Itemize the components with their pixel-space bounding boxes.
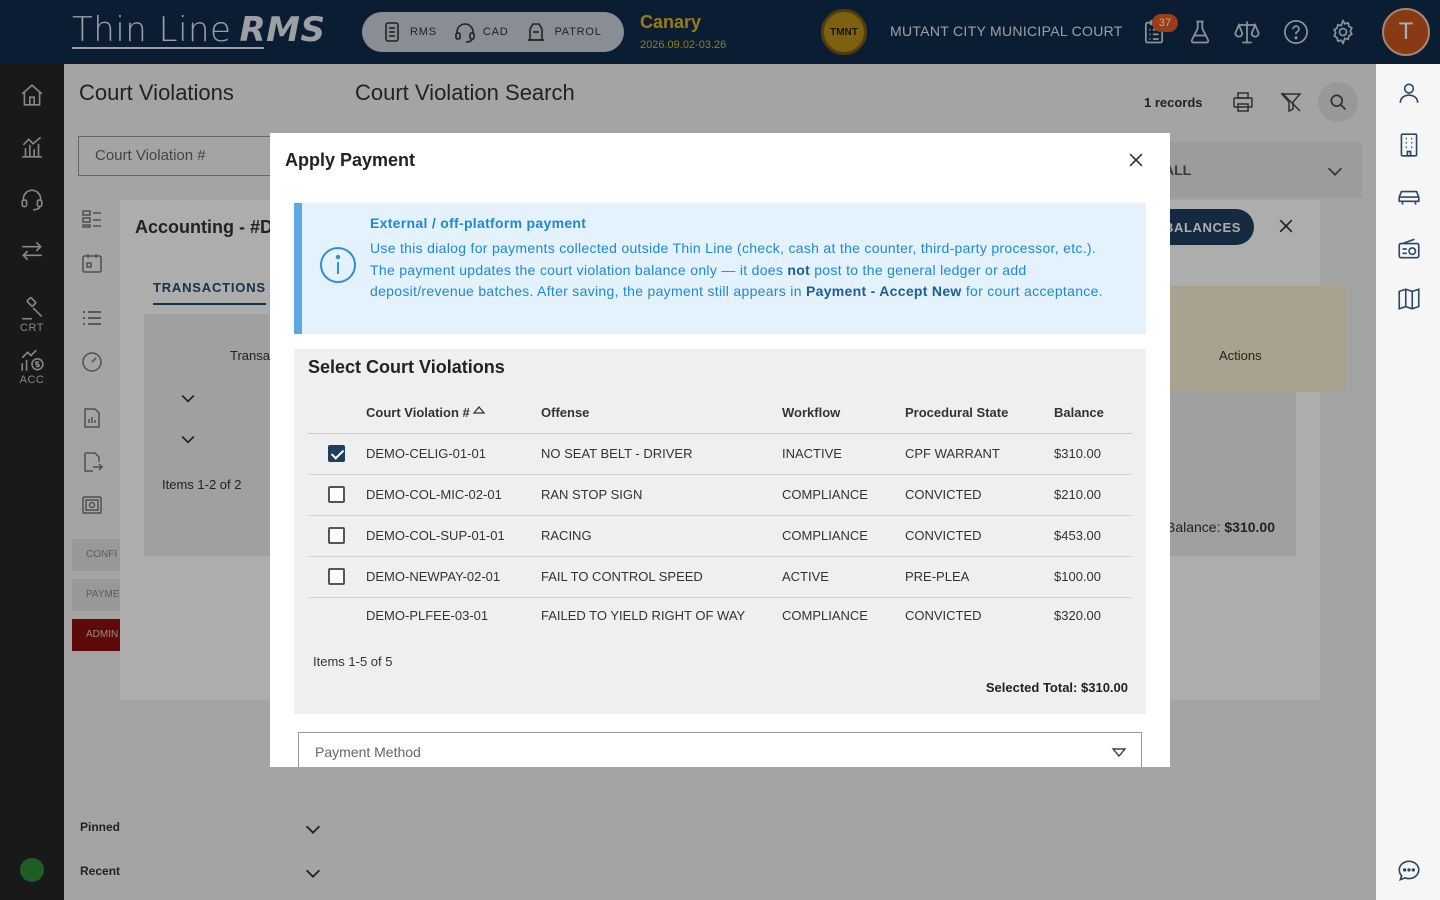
violation-offense: RACING xyxy=(541,515,782,557)
violation-balance: $453.00 xyxy=(1054,515,1132,557)
close-icon[interactable] xyxy=(1126,150,1146,170)
violation-balance: $210.00 xyxy=(1054,474,1132,516)
select-violations-title: Select Court Violations xyxy=(308,357,505,377)
violation-state: PRE-PLEA xyxy=(905,556,1054,598)
table-row[interactable]: DEMO-PLFEE-03-01 FAILED TO YIELD RIGHT O… xyxy=(308,597,1132,633)
violation-state: CONVICTED xyxy=(905,474,1054,516)
violation-number: DEMO-COL-SUP-01-01 xyxy=(366,515,541,557)
notice-not: not xyxy=(787,261,811,278)
apply-payment-dialog: Apply Payment External / off-platform pa… xyxy=(270,133,1170,767)
dialog-title: Apply Payment xyxy=(285,150,416,170)
violation-workflow: INACTIVE xyxy=(782,433,905,475)
select-violations-panel: Select Court Violations Court Violation … xyxy=(294,349,1146,714)
items-count: Items 1-5 of 5 xyxy=(313,654,393,669)
violation-state: CONVICTED xyxy=(905,515,1054,557)
violations-table: Court Violation # Offense Workflow Proce… xyxy=(308,390,1132,633)
violation-offense: FAILED TO YIELD RIGHT OF WAY xyxy=(541,607,746,623)
right-rail-backdrop xyxy=(1376,64,1440,900)
rail-backdrop xyxy=(0,64,64,900)
row-checkbox[interactable] xyxy=(328,527,345,545)
violation-number: DEMO-CELIG-01-01 xyxy=(366,433,541,475)
col-court-violation-number[interactable]: Court Violation # xyxy=(366,390,541,434)
row-checkbox[interactable] xyxy=(328,568,345,586)
col-workflow[interactable]: Workflow xyxy=(782,390,905,434)
violation-state: CONVICTED xyxy=(905,607,982,623)
violation-balance: $100.00 xyxy=(1054,556,1132,598)
col-offense[interactable]: Offense xyxy=(541,390,782,434)
col-court-violation-label: Court Violation # xyxy=(366,404,470,420)
notice-body: Use this dialog for payments collected o… xyxy=(370,238,1110,303)
selected-total-value: $310.00 xyxy=(1081,680,1128,695)
table-row[interactable]: DEMO-COL-SUP-01-01 RACING COMPLIANCE CON… xyxy=(308,515,1132,557)
table-row[interactable]: DEMO-NEWPAY-02-01 FAIL TO CONTROL SPEED … xyxy=(308,556,1132,598)
violation-number: DEMO-NEWPAY-02-01 xyxy=(366,556,541,598)
violation-workflow: COMPLIANCE xyxy=(782,515,905,557)
violation-state: CPF WARRANT xyxy=(905,433,1054,475)
select-column-header xyxy=(308,390,366,434)
payment-method-select[interactable]: Payment Method xyxy=(298,732,1142,767)
external-payment-notice: External / off-platform payment Use this… xyxy=(294,203,1146,334)
row-checkbox[interactable] xyxy=(328,486,345,504)
violation-workflow: COMPLIANCE xyxy=(782,474,905,516)
row-checkbox[interactable] xyxy=(328,445,345,463)
table-header-row: Court Violation # Offense Workflow Proce… xyxy=(308,390,1132,434)
payment-method-placeholder: Payment Method xyxy=(315,744,421,760)
violation-balance: $310.00 xyxy=(1054,433,1132,475)
selected-total: Selected Total: $310.00 xyxy=(986,680,1128,695)
selected-total-label: Selected Total: xyxy=(985,680,1078,695)
violation-number: DEMO-COL-MIC-02-01 xyxy=(366,474,541,516)
table-row[interactable]: DEMO-CELIG-01-01 NO SEAT BELT - DRIVER I… xyxy=(308,433,1132,475)
sort-ascending-icon xyxy=(472,405,486,414)
violation-workflow: COMPLIANCE xyxy=(782,607,868,623)
violation-workflow: ACTIVE xyxy=(782,556,905,598)
col-procedural-state[interactable]: Procedural State xyxy=(905,390,1054,434)
violation-offense: FAIL TO CONTROL SPEED xyxy=(541,556,782,598)
violation-offense: NO SEAT BELT - DRIVER xyxy=(541,433,782,475)
col-balance[interactable]: Balance xyxy=(1054,390,1132,434)
violation-balance: $320.00 xyxy=(1054,607,1101,623)
table-row[interactable]: DEMO-COL-MIC-02-01 RAN STOP SIGN COMPLIA… xyxy=(308,474,1132,516)
violation-offense: RAN STOP SIGN xyxy=(541,474,782,516)
notice-heading: External / off-platform payment xyxy=(370,215,587,231)
dropdown-arrow-icon xyxy=(1111,748,1127,758)
violation-number: DEMO-PLFEE-03-01 xyxy=(366,607,489,623)
topbar-backdrop xyxy=(0,0,1440,64)
info-icon xyxy=(320,247,356,283)
notice-link-accept-new: Payment - Accept New xyxy=(805,283,962,299)
notice-text-3: for court acceptance. xyxy=(961,283,1103,299)
